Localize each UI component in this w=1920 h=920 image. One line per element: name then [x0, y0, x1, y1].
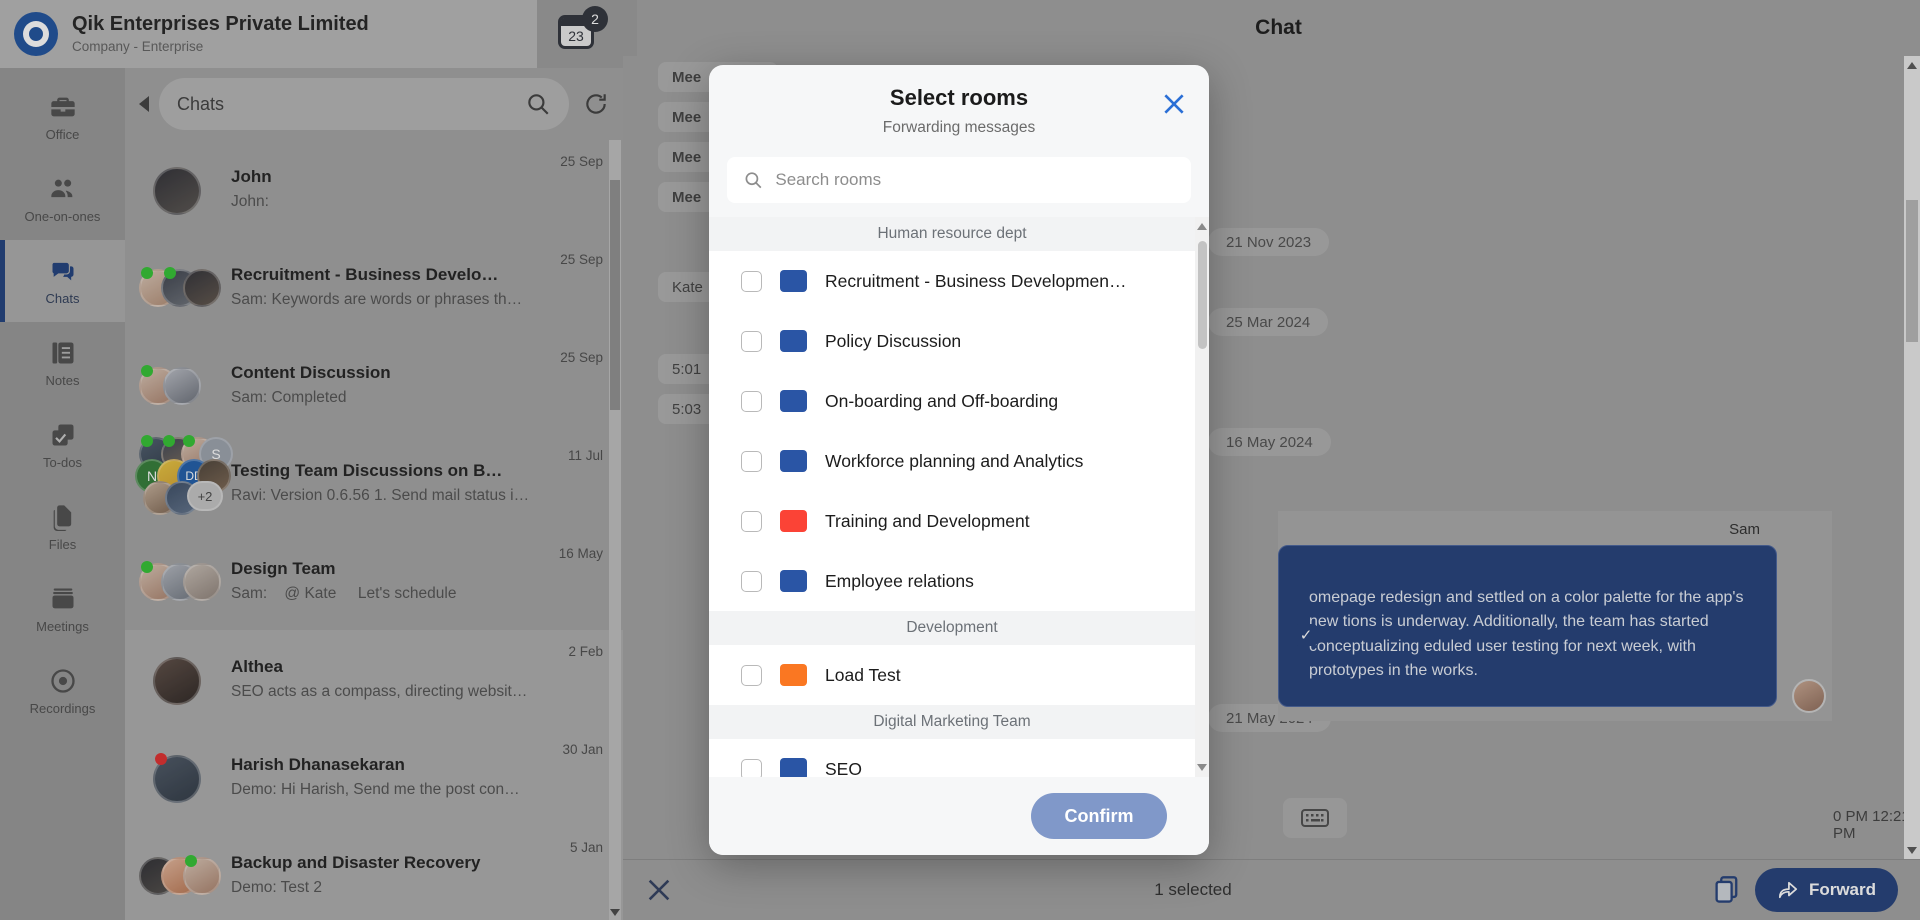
room-checkbox[interactable]	[741, 450, 762, 472]
room-row[interactable]: Load Test	[709, 645, 1195, 705]
room-checkbox[interactable]	[741, 270, 762, 292]
room-group-header: Human resource dept	[709, 217, 1195, 251]
room-color-swatch	[780, 390, 807, 412]
room-name: On-boarding and Off-boarding	[825, 390, 1059, 411]
room-color-swatch	[780, 664, 807, 686]
room-color-swatch	[780, 570, 807, 592]
dialog-title: Select rooms	[889, 85, 1029, 110]
select-rooms-dialog: Select rooms Forwarding messages Human r…	[709, 65, 1209, 855]
rooms-scrollbar[interactable]	[1195, 217, 1209, 777]
close-icon[interactable]	[1161, 91, 1187, 117]
confirm-button[interactable]: Confirm	[1031, 793, 1167, 839]
room-color-swatch	[780, 450, 807, 472]
room-name: SEO	[825, 758, 862, 778]
room-checkbox[interactable]	[741, 510, 762, 532]
dialog-subtitle: Forwarding messages	[882, 119, 1036, 136]
room-row[interactable]: Recruitment - Business Developmen…	[709, 251, 1195, 311]
room-name: Recruitment - Business Developmen…	[825, 270, 1127, 291]
room-checkbox[interactable]	[741, 664, 762, 686]
room-checkbox[interactable]	[741, 758, 762, 777]
room-row[interactable]: Employee relations	[709, 551, 1195, 611]
dialog-footer: Confirm	[709, 777, 1209, 855]
rooms-list[interactable]: Human resource dept Recruitment - Busine…	[709, 217, 1195, 777]
rooms-list-container: Human resource dept Recruitment - Busine…	[709, 217, 1209, 777]
room-row[interactable]: SEO	[709, 739, 1195, 777]
dialog-header: Select rooms Forwarding messages	[709, 65, 1209, 147]
room-name: Training and Development	[825, 510, 1030, 531]
room-row[interactable]: Policy Discussion	[709, 311, 1195, 371]
room-color-swatch	[780, 758, 807, 777]
room-color-swatch	[780, 510, 807, 532]
room-checkbox[interactable]	[741, 330, 762, 352]
room-name: Load Test	[825, 664, 901, 685]
room-checkbox[interactable]	[741, 570, 762, 592]
room-row[interactable]: Workforce planning and Analytics	[709, 431, 1195, 491]
search-input[interactable]	[775, 170, 1175, 190]
room-name: Employee relations	[825, 570, 974, 591]
room-search-field[interactable]	[727, 157, 1191, 203]
room-row[interactable]: Training and Development	[709, 491, 1195, 551]
room-group-header: Digital Marketing Team	[709, 705, 1195, 739]
room-checkbox[interactable]	[741, 390, 762, 412]
room-color-swatch	[780, 330, 807, 352]
search-icon	[745, 172, 762, 189]
room-name: Policy Discussion	[825, 330, 962, 351]
app-root: Qik Enterprises Private Limited Company …	[0, 0, 1920, 920]
room-color-swatch	[780, 270, 807, 292]
room-group-header: Development	[709, 611, 1195, 645]
room-name: Workforce planning and Analytics	[825, 450, 1084, 471]
room-row[interactable]: On-boarding and Off-boarding	[709, 371, 1195, 431]
